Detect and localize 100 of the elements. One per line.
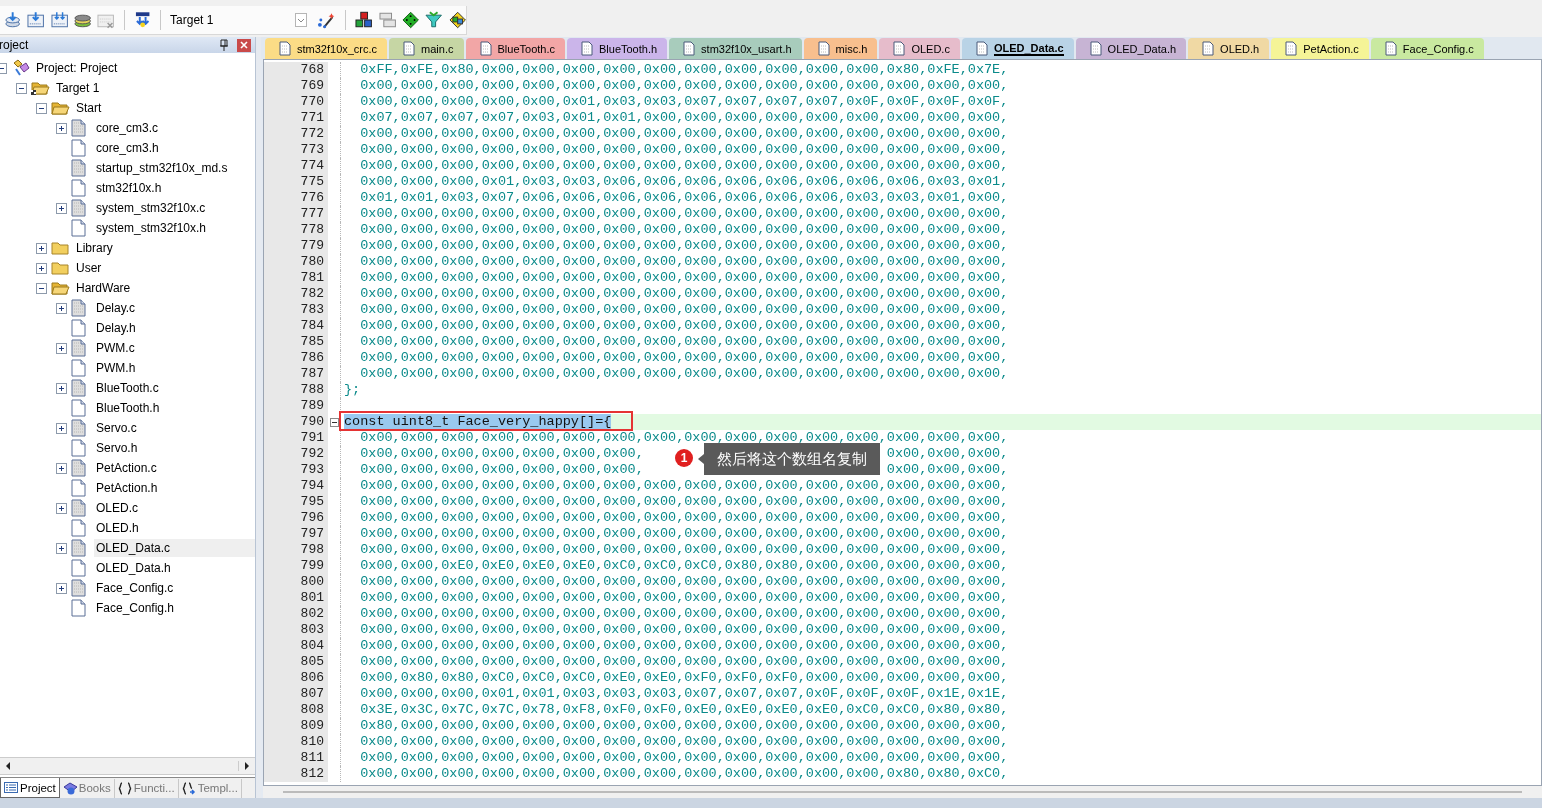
expander-icon[interactable] xyxy=(56,502,67,514)
scroll-right-icon[interactable] xyxy=(238,761,251,771)
cubes-icon[interactable] xyxy=(448,11,467,29)
load-icon[interactable] xyxy=(133,11,152,29)
expander-icon[interactable] xyxy=(56,382,67,394)
expander-icon[interactable] xyxy=(56,542,67,554)
tree-item[interactable]: Servo.h xyxy=(94,439,255,457)
tree-item[interactable]: Servo.c xyxy=(94,419,255,437)
line-number: 783 xyxy=(264,302,328,318)
tree-item[interactable]: BlueTooth.h xyxy=(94,399,255,417)
tree-item[interactable]: startup_stm32f10x_md.s xyxy=(94,159,255,177)
tree-item[interactable]: system_stm32f10x.c xyxy=(94,199,255,217)
code-line: 0x00,0x00,0x00,0x00,0x00,0x00,0x00,0x00,0x00,0x00,0x00,0x00,0x00,0x00,0x00,0x00, xyxy=(359,750,1009,766)
tree-item[interactable]: PetAction.h xyxy=(94,479,255,497)
panel-tab[interactable]: Project xyxy=(0,778,60,798)
file-tab[interactable]: OLED_Data.h xyxy=(1075,38,1187,59)
tree-item[interactable]: Library xyxy=(74,239,255,257)
code-line: 0x00,0x00,0x00,0x00,0x00,0x00,0x00,0x00,0x00,0x00,0x00,0x00,0x00,0x00,0x00,0x00, xyxy=(359,590,1009,606)
expander-icon[interactable] xyxy=(56,122,67,134)
build-icon[interactable] xyxy=(27,11,45,29)
line-number: 799 xyxy=(264,558,328,574)
file-tab[interactable]: main.c xyxy=(389,38,464,59)
tree-item[interactable]: PetAction.c xyxy=(94,459,255,477)
line-number: 793 xyxy=(264,462,328,478)
scrollbar-thumb[interactable] xyxy=(283,791,1522,793)
code-editor[interactable] xyxy=(263,59,1542,786)
caret-icon[interactable] xyxy=(295,13,307,27)
code-line: 0x00,0x00,0x00,0x00,0x00,0x00,0x00,0x00,0x00,0x00,0x00,0x00,0x00,0x00,0x00,0x00, xyxy=(359,78,1009,94)
tree-item[interactable]: Face_Config.c xyxy=(94,579,255,597)
panel-tab[interactable]: Functi... xyxy=(114,778,179,798)
tree-item[interactable]: OLED.h xyxy=(94,519,255,537)
tree-item[interactable]: core_cm3.h xyxy=(94,139,255,157)
file-tab[interactable]: stm32f10x_usart.h xyxy=(669,38,802,59)
expander-icon[interactable] xyxy=(16,82,27,94)
expander-icon[interactable] xyxy=(56,462,67,474)
file-tab[interactable]: BlueTooth.c xyxy=(465,38,565,59)
magic-wand-icon[interactable] xyxy=(317,11,337,29)
code-text: 0x00,0x00,0x00, xyxy=(886,462,1009,478)
line-number: 796 xyxy=(264,510,328,526)
tree-item[interactable]: User xyxy=(74,259,255,277)
line-number: 801 xyxy=(264,590,328,606)
file-tab[interactable]: misc.h xyxy=(803,38,878,59)
tree-item[interactable]: Start xyxy=(74,99,255,117)
line-number: 790 xyxy=(264,414,328,430)
expander-icon[interactable] xyxy=(56,582,67,594)
tree-item[interactable]: core_cm3.c xyxy=(94,119,255,137)
blocks-icon[interactable] xyxy=(355,11,373,29)
tree-item[interactable]: system_stm32f10x.h xyxy=(94,219,255,237)
file-icon xyxy=(1384,41,1397,56)
expander-icon[interactable] xyxy=(36,242,47,254)
translate-icon[interactable] xyxy=(4,11,22,29)
expander-icon[interactable] xyxy=(36,262,47,274)
expander-icon[interactable] xyxy=(56,422,67,434)
funnel-icon[interactable] xyxy=(425,11,443,29)
tree-item[interactable]: Project: Project xyxy=(34,59,255,77)
file-tab[interactable]: Face_Config.c xyxy=(1370,38,1484,59)
collapse-icon[interactable] xyxy=(329,417,339,427)
tree-item[interactable]: PWM.h xyxy=(94,359,255,377)
line-number: 769 xyxy=(264,78,328,94)
line-number: 768 xyxy=(264,62,328,78)
code-line: 0x00,0x00,0x00,0x00,0x00,0x00,0x00,0x00,0x00,0x00,0x00,0x00,0x00,0x00,0x00,0x00, xyxy=(359,606,1009,622)
file-tab[interactable]: PetAction.c xyxy=(1271,38,1369,59)
horizontal-scrollbar[interactable] xyxy=(0,757,255,775)
file-tab[interactable]: OLED_Data.c xyxy=(961,38,1074,59)
line-number: 778 xyxy=(264,222,328,238)
file-tab[interactable]: OLED.h xyxy=(1188,38,1270,59)
panel-tab[interactable]: Templ... xyxy=(178,778,242,798)
expander-icon[interactable] xyxy=(36,282,47,294)
code-line: 0x00,0x00,0x00,0x00,0x00,0x00,0x00,0x00,0x00,0x00,0x00,0x00,0x00,0x00,0x00,0x00, xyxy=(359,270,1009,286)
tree-item[interactable]: stm32f10x.h xyxy=(94,179,255,197)
scroll-left-icon[interactable] xyxy=(4,761,12,771)
tree-item[interactable]: Delay.h xyxy=(94,319,255,337)
expander-icon[interactable] xyxy=(36,102,47,114)
tree-item[interactable]: Face_Config.h xyxy=(94,599,255,617)
code-line: 0x00,0x00,0x00,0x00,0x00,0x00,0x00,0x00,0x00,0x00,0x00,0x00,0x00,0x00,0x00,0x00, xyxy=(359,318,1009,334)
folder-icon xyxy=(51,239,70,257)
expander-icon[interactable] xyxy=(56,342,67,354)
tree-item[interactable]: Delay.c xyxy=(94,299,255,317)
tree-item[interactable]: OLED.c xyxy=(94,499,255,517)
tree-item[interactable]: BlueTooth.c xyxy=(94,379,255,397)
file-tab[interactable]: stm32f10x_crc.c xyxy=(265,38,388,59)
diamond-icon[interactable] xyxy=(402,11,420,29)
windows-icon[interactable] xyxy=(378,11,396,29)
tree-item[interactable]: OLED_Data.h xyxy=(94,559,255,577)
folder-icon xyxy=(51,279,70,297)
file-tab[interactable]: BlueTooth.h xyxy=(567,38,668,59)
expander-icon[interactable] xyxy=(56,302,67,314)
code-line: 0x00,0x00,0x00,0x01,0x01,0x03,0x03,0x03,0x07,0x07,0x07,0x0F,0x0F,0x0F,0x1E,0x1E, xyxy=(359,686,1009,702)
rebuild-icon[interactable] xyxy=(50,11,69,29)
expander-icon[interactable] xyxy=(56,202,67,214)
tree-item[interactable]: HardWare xyxy=(74,279,255,297)
code-line: 0x00,0x00,0x00,0x00,0x00,0x00,0x00,0x00,0x00,0x00,0x00,0x00,0x00,0x00,0x00,0x00, xyxy=(359,254,1009,270)
tree-item[interactable]: PWM.c xyxy=(94,339,255,357)
tree-item[interactable]: OLED_Data.c xyxy=(94,539,255,557)
project-icon xyxy=(11,59,30,77)
tree-item[interactable]: Target 1 xyxy=(54,79,255,97)
code-line: 0x00,0x00,0x00,0x00,0x00,0x00,0x00,0x00,0x00,0x00,0x00,0x00,0x00,0x00,0x00,0x00, xyxy=(359,126,1009,142)
panel-tab[interactable]: Books xyxy=(59,778,115,798)
pin-icon[interactable] xyxy=(219,39,229,51)
file-tab[interactable]: OLED.c xyxy=(879,38,960,59)
